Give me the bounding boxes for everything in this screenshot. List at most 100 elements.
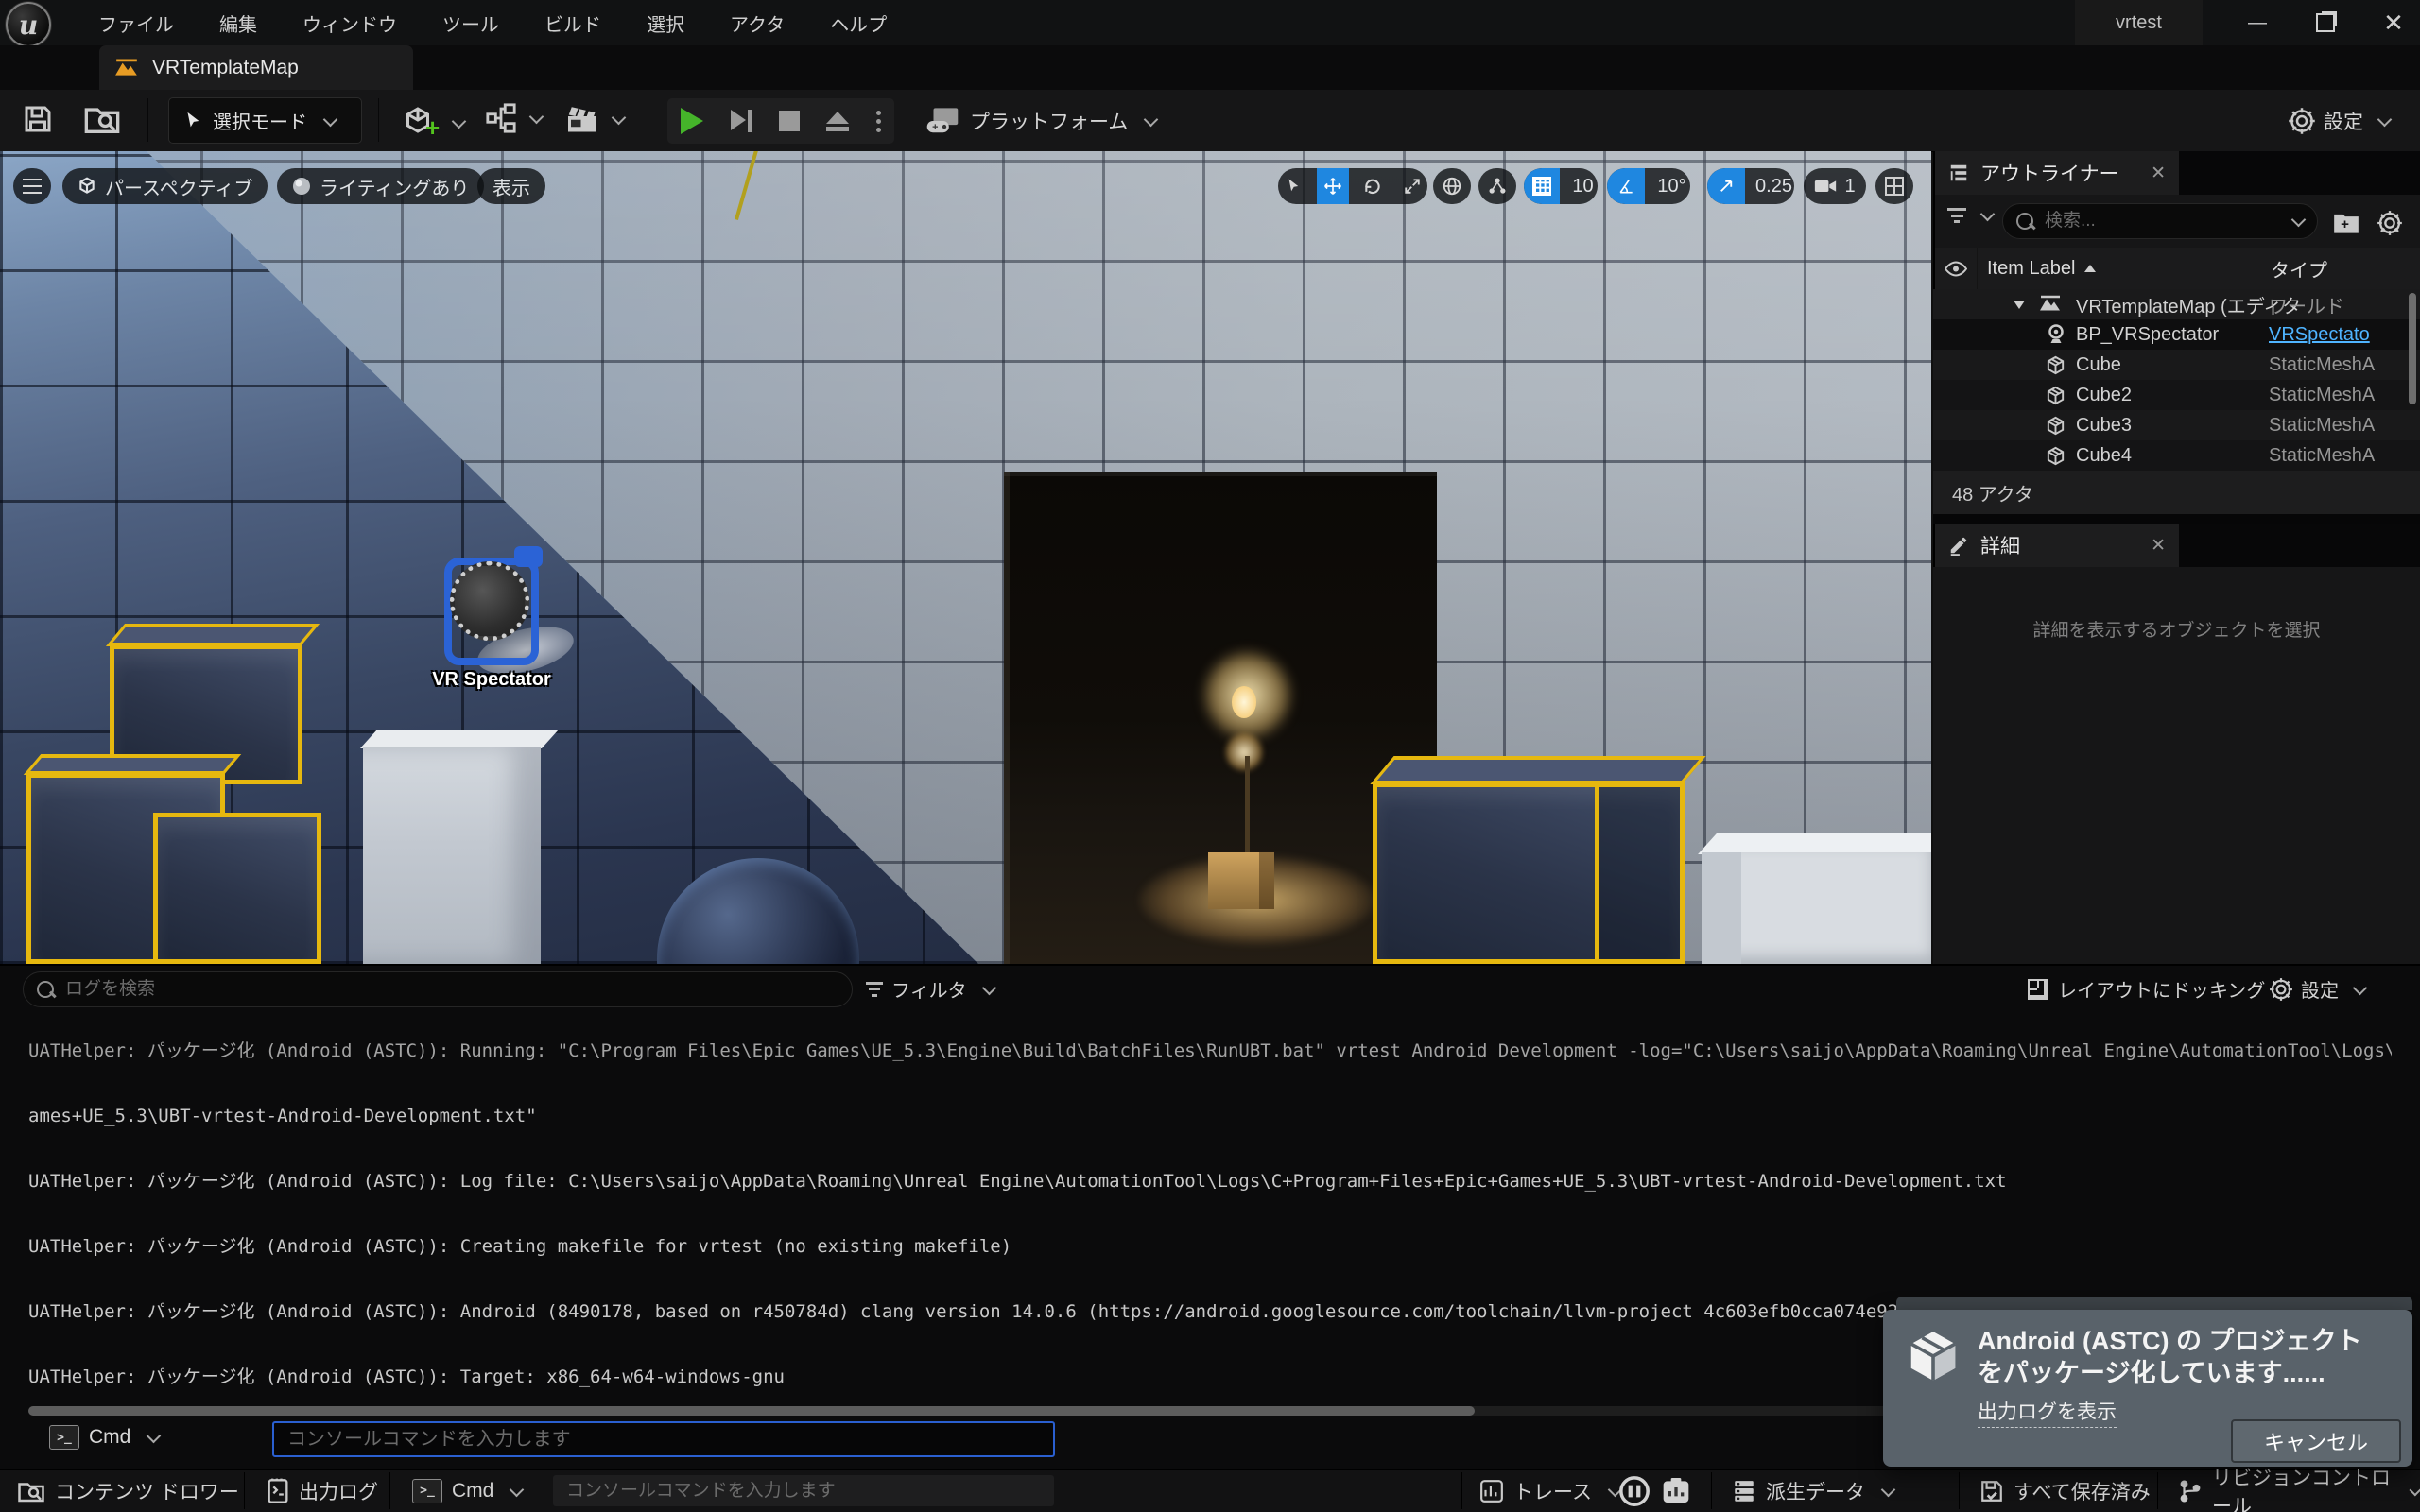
unreal-logo-icon[interactable]: u [6,2,51,47]
type-column-header[interactable]: タイプ [2263,248,2420,290]
surface-snapping-dropdown[interactable] [1478,168,1516,204]
cinematics-icon[interactable] [565,102,624,136]
statusbar-console-input-box[interactable] [553,1475,1054,1506]
dock-in-layout-button[interactable]: レイアウトにドッキング [2028,975,2265,1003]
log-filter-dropdown[interactable]: フィルタ [866,975,994,1003]
scene-gray-cube[interactable] [363,747,541,964]
statusbar-cmd-dropdown[interactable]: >_ Cmd [412,1469,522,1512]
outliner-row-cube3[interactable]: Cube3 StaticMeshA [1933,410,2420,440]
world-local-toggle[interactable] [1433,168,1471,204]
log-search[interactable] [23,971,853,1007]
more-options-icon[interactable] [876,119,881,124]
trace-status-icon[interactable] [1618,1469,1651,1512]
outliner-row-cube2[interactable]: Cube2 StaticMeshA [1933,380,2420,410]
menu-file[interactable]: ファイル [95,9,178,37]
tab-outliner[interactable]: アウトライナー ✕ [1935,151,2179,195]
output-log-button[interactable]: 出力ログ [267,1469,378,1512]
close-icon[interactable]: ✕ [2367,0,2420,45]
close-icon[interactable]: ✕ [2151,163,2166,184]
content-browser-icon[interactable] [83,100,121,138]
revision-control-dropdown[interactable]: リビジョンコントロール [2178,1469,2420,1512]
tab-details[interactable]: 詳細 ✕ [1935,524,2179,567]
type-link[interactable]: VRSpectato [2269,324,2370,345]
perspective-dropdown[interactable]: パースペクティブ [62,168,268,204]
menu-tools[interactable]: ツール [439,9,503,37]
save-icon[interactable] [21,102,55,136]
log-settings-dropdown[interactable]: 設定 [2269,975,2365,1003]
screenshot-icon[interactable] [1661,1469,1691,1512]
pencil-icon [1948,535,1969,556]
content-drawer-button[interactable]: コンテンツ ドロワー [17,1469,239,1512]
outliner-row-world[interactable]: VRTemplateMap (エディタ ワールド [1933,289,2420,319]
stop-icon[interactable] [779,111,800,131]
add-actor-icon[interactable]: + [401,102,464,143]
level-viewport[interactable]: VR Spectator パースペクティブ ライティングあり 表示 [0,151,1931,964]
restore-button[interactable] [2299,0,2352,45]
menu-actor[interactable]: アクタ [726,9,788,37]
camera-speed-control[interactable]: 1 [1804,168,1866,204]
play-icon[interactable] [681,108,703,134]
editor-mode-dropdown[interactable]: 選択モード [168,97,362,144]
staticmesh-icon [2045,385,2066,406]
show-dropdown[interactable]: 表示 [477,168,545,204]
menu-select[interactable]: 選択 [643,9,688,37]
filter-label: フィルタ [891,975,967,1003]
minimize-button[interactable]: — [2231,0,2284,45]
view-mode-dropdown[interactable]: ライティングあり [277,168,484,204]
log-cmd-dropdown[interactable]: >_ Cmd [49,1425,159,1450]
log-console-input-box[interactable] [272,1421,1055,1457]
blueprints-icon[interactable] [485,102,542,134]
console-command-input[interactable] [564,1480,1043,1503]
platforms-dropdown[interactable]: + プラットフォーム [925,97,1156,144]
outliner-search[interactable] [2002,203,2318,239]
expand-arrow-icon[interactable] [2014,301,2025,309]
save-status[interactable]: すべて保存済み [1979,1469,2151,1512]
outliner-search-input[interactable] [2043,210,2255,232]
outliner-row-cube[interactable]: Cube StaticMeshA [1933,350,2420,380]
derived-data-dropdown[interactable]: 派生データ [1732,1469,1893,1512]
scene-cube-stack-mid[interactable] [153,813,321,964]
visibility-column-header[interactable] [1935,248,1977,290]
rotation-snap-control[interactable]: 10° [1607,168,1690,204]
outliner-row-bp-vrspectator[interactable]: BP_VRSpectator VRSpectato [1933,319,2420,350]
outliner-settings-icon[interactable] [2377,210,2403,236]
move-tool-icon[interactable] [1317,168,1348,204]
cancel-button[interactable]: キャンセル [2231,1419,2401,1463]
outliner-row-cube4[interactable]: Cube4 StaticMeshA [1933,440,2420,471]
select-tool-icon[interactable] [1278,168,1308,204]
menu-edit[interactable]: 編集 [216,9,261,37]
close-icon[interactable]: ✕ [2151,535,2166,557]
chevron-down-icon [1881,1482,1896,1497]
log-scrollbar-thumb[interactable] [28,1406,1475,1416]
scene-crate[interactable] [1208,852,1274,909]
snap-icon [1488,177,1507,196]
scene-white-cube[interactable] [1702,852,1931,964]
add-content-icon[interactable]: + [2333,210,2360,234]
outliner-scrollbar[interactable] [2409,293,2416,404]
item-label-column-header[interactable]: Item Label [1978,248,2272,290]
menu-help[interactable]: ヘルプ [826,9,890,37]
item-label-text: Item Label [1987,258,2075,280]
show-output-log-link[interactable]: 出力ログを表示 [1978,1397,2117,1428]
viewport-options-menu[interactable] [13,168,51,204]
panel-divider[interactable] [1933,514,2420,524]
eject-icon[interactable] [826,112,849,131]
unreal-editor-window: u ファイル 編集 ウィンドウ ツール ビルド 選択 アクタ ヘルプ vrtes… [0,0,2420,1512]
maximize-viewport-toggle[interactable] [1876,168,1913,204]
trace-dropdown[interactable]: トレース [1479,1469,1620,1512]
menu-build[interactable]: ビルド [541,9,605,37]
skip-icon[interactable] [731,110,752,132]
log-search-input[interactable] [63,978,786,1001]
vr-spectator-billboard[interactable]: VR Spectator [444,558,539,665]
grid-snap-control[interactable]: 10 [1524,168,1598,204]
tab-vrtemplatemap[interactable]: VRTemplateMap [99,45,413,90]
quad-view-icon [1885,177,1904,196]
scale-snap-control[interactable]: 0.25 [1707,168,1794,204]
level-icon [114,59,139,77]
rotate-tool-icon[interactable] [1357,168,1389,204]
outliner-filter-button[interactable] [1947,208,1993,223]
scene-cube-selected[interactable] [1373,782,1685,964]
toolbar-settings-dropdown[interactable]: 設定 [2288,97,2390,144]
menu-window[interactable]: ウィンドウ [299,9,401,37]
console-command-input[interactable] [285,1428,1042,1452]
